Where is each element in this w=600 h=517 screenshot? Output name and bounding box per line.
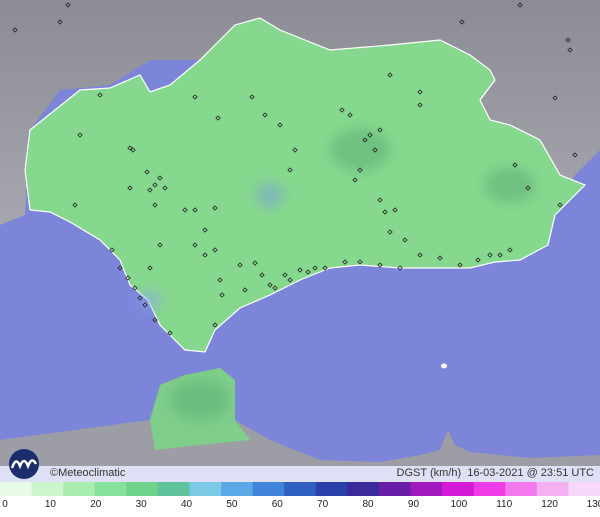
- scale-tick-label: 20: [90, 499, 102, 510]
- scale-segment: [442, 482, 475, 496]
- timestamp-label: 16-03-2021 @ 23:51 UTC: [467, 467, 594, 479]
- color-scale-bar: [0, 482, 600, 496]
- scale-tick-label: 90: [407, 499, 420, 510]
- scale-segment: [410, 482, 443, 496]
- caption-bar: ©Meteoclimatic DGST (km/h) 16-03-2021 @ …: [0, 466, 600, 482]
- scale-segment: [568, 482, 600, 496]
- scale-segment: [378, 482, 412, 496]
- scale-segment: [126, 482, 159, 496]
- scale-tick-label: 80: [362, 499, 374, 510]
- scale-tick-label: 60: [271, 499, 283, 510]
- scale-segment: [94, 482, 127, 496]
- scale-tick-label: 50: [226, 499, 238, 510]
- meteoclimatic-logo-icon: [9, 449, 39, 479]
- scale-tick-label: 100: [450, 499, 468, 510]
- scale-segment: [536, 482, 569, 496]
- brand-label: ©Meteoclimatic: [50, 467, 126, 479]
- scale-tick-label: 30: [135, 499, 147, 510]
- scale-segment: [157, 482, 190, 496]
- scale-segment: [221, 482, 254, 496]
- alboran-islet: [441, 363, 447, 369]
- scale-segment: [252, 482, 285, 496]
- dgst-map: [0, 0, 600, 466]
- scale-segment: [473, 482, 506, 496]
- scale-tick-label: 0: [2, 499, 8, 510]
- scale-tick-label: 130: [586, 499, 600, 510]
- scale-tick-label: 70: [317, 499, 329, 510]
- scale-tick-label: 110: [496, 499, 513, 510]
- variable-timestamp: DGST (km/h) 16-03-2021 @ 23:51 UTC: [397, 467, 594, 479]
- scale-segment: [189, 482, 222, 496]
- scale-segment: [63, 482, 96, 496]
- scale-segment: [284, 482, 317, 496]
- color-scale: 0 10 20 30 40 50 60 70 80 90 100 110 120 130: [0, 482, 600, 517]
- scale-tick-label: 40: [180, 499, 193, 510]
- scale-segment: [315, 482, 348, 496]
- scale-tick-label: 120: [541, 499, 558, 510]
- variable-label: DGST (km/h): [396, 467, 462, 479]
- scale-segment: [31, 482, 64, 496]
- scale-segment: [347, 482, 380, 496]
- scale-segment: [0, 482, 33, 496]
- scale-tick-label: 10: [44, 499, 56, 510]
- scale-segment: [505, 482, 538, 496]
